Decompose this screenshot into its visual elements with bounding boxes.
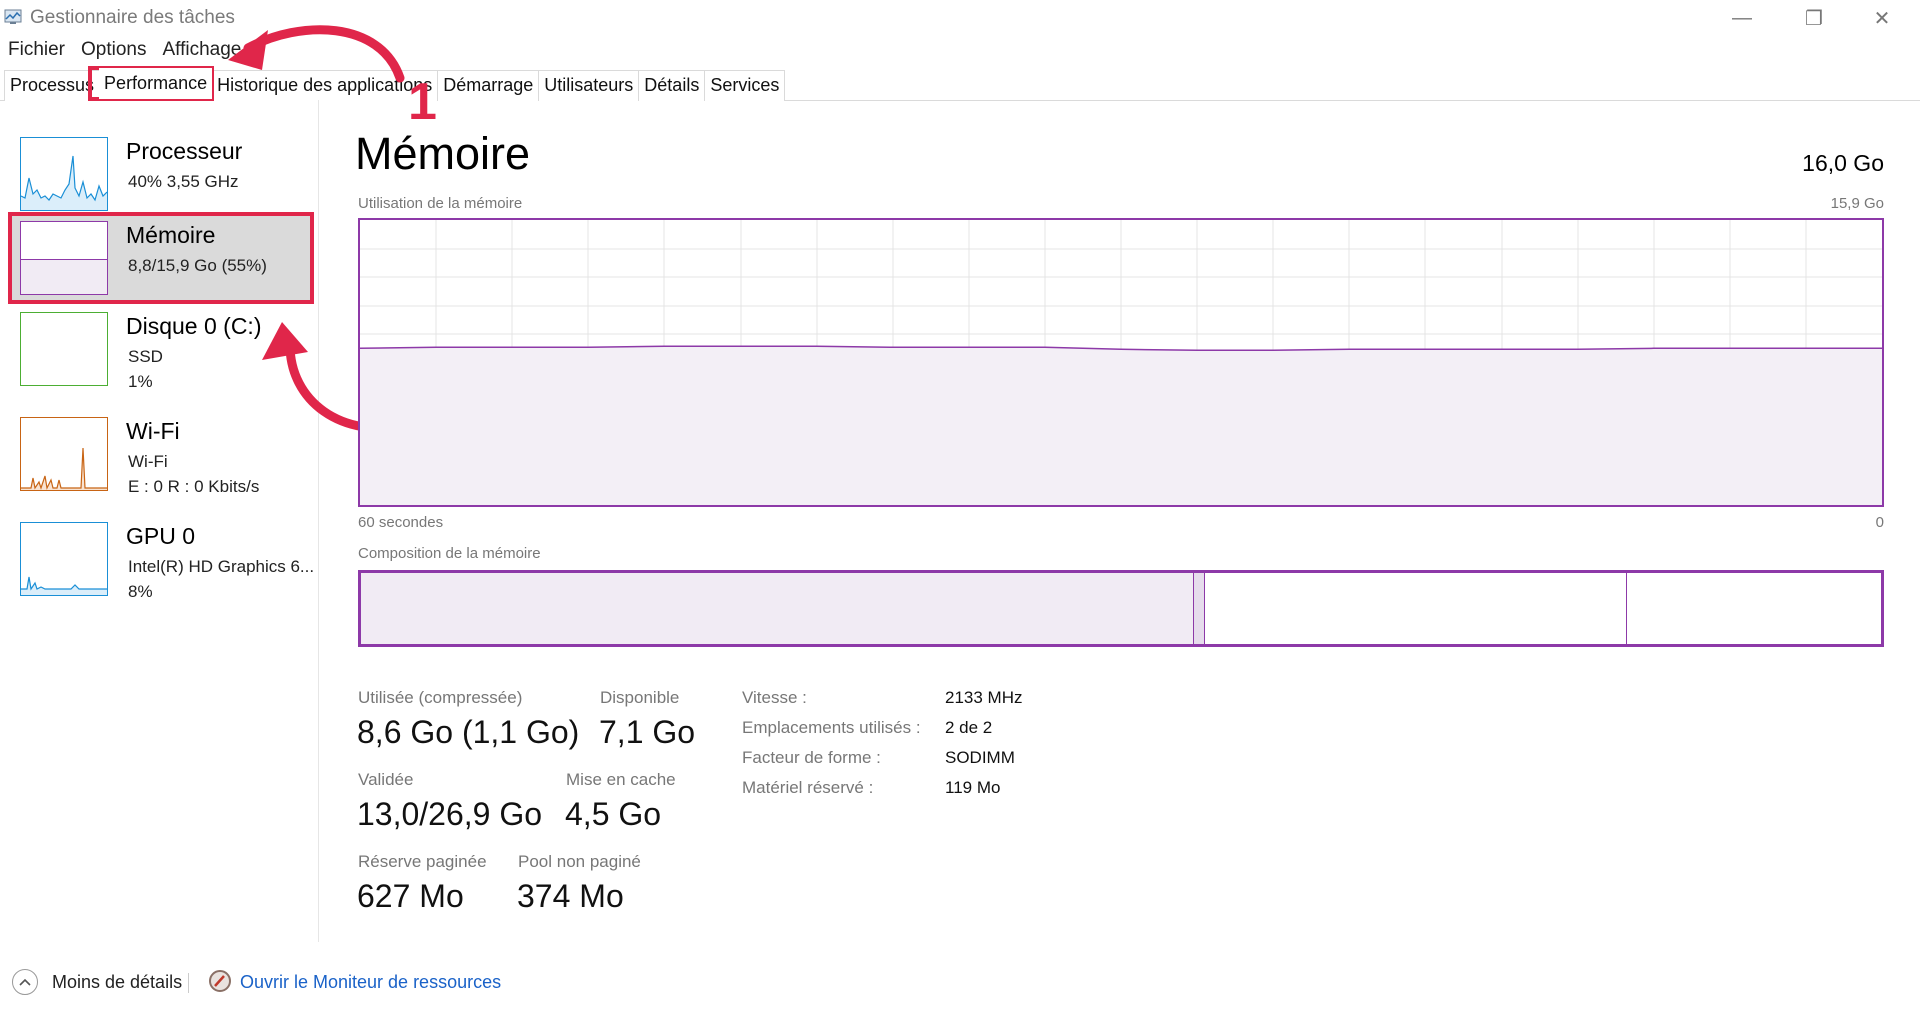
chevron-up-icon xyxy=(19,978,31,986)
tab-performance[interactable]: Performance xyxy=(99,68,213,99)
composition-in-use xyxy=(361,573,1193,644)
info-reserved-value: 119 Mo xyxy=(945,778,1001,797)
stat-available-label: Disponible xyxy=(600,688,680,707)
info-speed-label: Vitesse : xyxy=(742,688,807,707)
total-memory: 16,0 Go xyxy=(1802,150,1884,176)
info-reserved-label: Matériel réservé : xyxy=(742,778,874,797)
info-form-label: Facteur de forme : xyxy=(742,748,881,767)
stat-cached-value: 4,5 Go xyxy=(565,796,662,832)
footer-divider xyxy=(188,973,189,993)
graph-time-right: 0 xyxy=(1875,514,1884,531)
annotation-arrows xyxy=(228,25,415,433)
stat-used-label: Utilisée (compressée) xyxy=(358,688,523,707)
arrow-1-head-icon xyxy=(228,30,268,70)
graph-max-label: 15,9 Go xyxy=(1830,195,1884,212)
page-title: Mémoire xyxy=(355,128,531,179)
graph-time-left: 60 secondes xyxy=(358,514,444,531)
info-form-value: SODIMM xyxy=(945,748,1015,767)
composition-label: Composition de la mémoire xyxy=(358,545,541,562)
info-slots-label: Emplacements utilisés : xyxy=(742,718,921,737)
open-resource-monitor-link[interactable]: Ouvrir le Moniteur de ressources xyxy=(240,972,501,993)
info-speed-value: 2133 MHz xyxy=(945,688,1023,707)
arrow-2-head-icon xyxy=(262,322,308,360)
stat-nonpaged-value: 374 Mo xyxy=(517,878,624,914)
collapse-details-button[interactable] xyxy=(12,969,38,995)
stat-available-value: 7,1 Go xyxy=(599,714,696,750)
memory-usage-graph xyxy=(358,218,1884,507)
memory-composition-bar xyxy=(358,570,1884,647)
info-slots-value: 2 de 2 xyxy=(945,718,993,737)
stat-paged-value: 627 Mo xyxy=(357,878,464,914)
stat-paged-label: Réserve paginée xyxy=(358,852,487,871)
stat-committed-label: Validée xyxy=(358,770,414,789)
resource-monitor-icon xyxy=(208,969,232,993)
annotation-step-1: 1 xyxy=(408,73,437,131)
composition-divider xyxy=(1626,573,1627,644)
stat-committed-value: 13,0/26,9 Go xyxy=(357,796,543,832)
stat-nonpaged-label: Pool non paginé xyxy=(518,852,641,871)
less-details-link[interactable]: Moins de détails xyxy=(52,972,182,993)
graph-label: Utilisation de la mémoire xyxy=(358,195,523,212)
stat-used-value: 8,6 Go (1,1 Go) xyxy=(357,714,580,750)
stat-cached-label: Mise en cache xyxy=(566,770,676,789)
composition-modified xyxy=(1193,573,1205,644)
